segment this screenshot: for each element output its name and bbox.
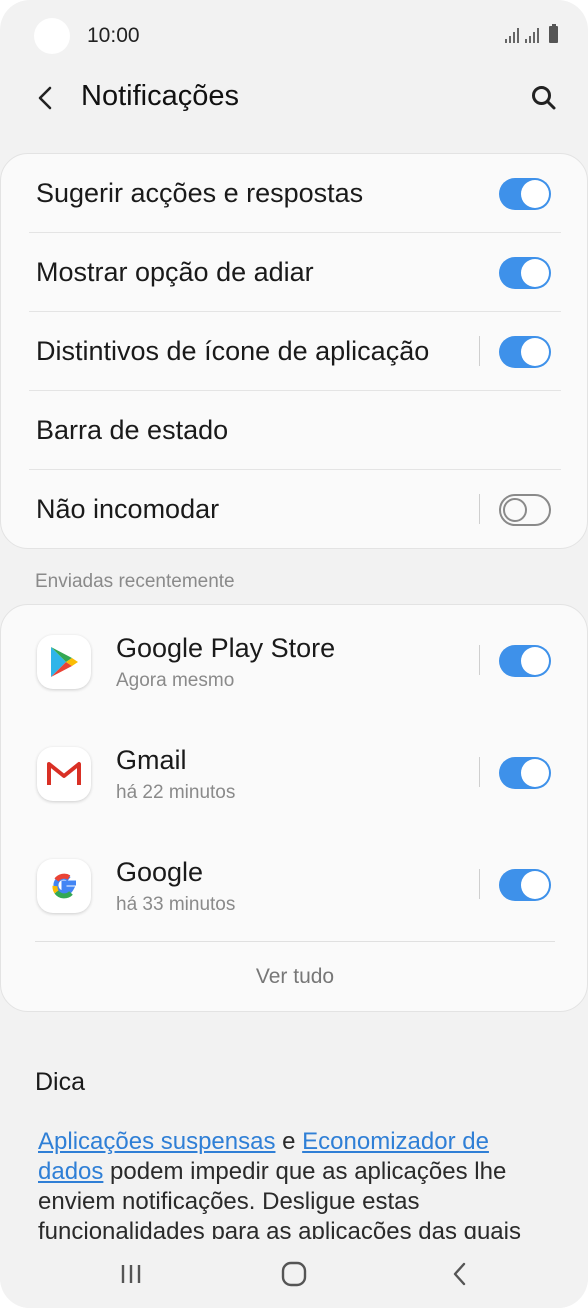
recent-apps-card: Google Play Store Agora mesmo Gmail há 2… bbox=[0, 604, 588, 1012]
back-button[interactable] bbox=[28, 76, 64, 120]
setting-label: Mostrar opção de adiar bbox=[36, 257, 314, 287]
home-button[interactable] bbox=[264, 1254, 324, 1294]
setting-row-status-bar[interactable]: Barra de estado bbox=[29, 391, 561, 470]
status-bar: 10:00 bbox=[0, 0, 588, 74]
app-name: Google Play Store bbox=[116, 633, 336, 663]
setting-label: Não incomodar bbox=[36, 494, 220, 524]
divider bbox=[479, 869, 480, 899]
do-not-disturb-toggle[interactable] bbox=[499, 494, 551, 526]
play-store-toggle[interactable] bbox=[499, 645, 551, 677]
phone-screen: 10:00 Notificações Sugerir acções e resp… bbox=[0, 0, 588, 1308]
snooze-option-toggle[interactable] bbox=[499, 257, 551, 289]
setting-row-suggest-actions[interactable]: Sugerir acções e respostas bbox=[29, 154, 561, 233]
divider bbox=[479, 336, 480, 366]
google-toggle[interactable] bbox=[499, 869, 551, 901]
signal-icon bbox=[525, 27, 539, 43]
setting-row-icon-badges[interactable]: Distintivos de ícone de aplicação bbox=[29, 312, 561, 391]
recents-icon bbox=[121, 1265, 141, 1283]
back-icon bbox=[453, 1262, 466, 1286]
search-icon bbox=[532, 86, 556, 110]
status-time: 10:00 bbox=[87, 24, 140, 47]
recent-apps-button[interactable] bbox=[101, 1254, 161, 1294]
chevron-left-icon bbox=[38, 86, 52, 110]
gmail-icon bbox=[37, 747, 91, 801]
setting-row-do-not-disturb[interactable]: Não incomodar bbox=[29, 470, 561, 549]
gmail-toggle[interactable] bbox=[499, 757, 551, 789]
back-nav-button[interactable] bbox=[430, 1254, 490, 1294]
app-row-google[interactable]: Google há 33 minutos bbox=[1, 829, 588, 941]
app-time: Agora mesmo bbox=[116, 670, 235, 691]
setting-label: Barra de estado bbox=[36, 415, 229, 445]
section-header: Enviadas recentemente bbox=[35, 571, 235, 592]
setting-label: Distintivos de ícone de aplicação bbox=[36, 336, 430, 366]
divider bbox=[479, 645, 480, 675]
signal-icon bbox=[505, 27, 519, 43]
suspended-apps-link[interactable]: Aplicações suspensas bbox=[38, 1128, 275, 1155]
app-name: Gmail bbox=[116, 745, 187, 775]
divider bbox=[35, 941, 555, 942]
search-button[interactable] bbox=[526, 76, 562, 120]
app-time: há 33 minutos bbox=[116, 894, 236, 915]
suggest-actions-toggle[interactable] bbox=[499, 178, 551, 210]
icon-badges-toggle[interactable] bbox=[499, 336, 551, 368]
tip-title: Dica bbox=[35, 1068, 86, 1096]
see-all-button[interactable]: Ver tudo bbox=[1, 965, 588, 989]
app-time: há 22 minutos bbox=[116, 782, 236, 803]
tip-body: podem impedir que as aplicações lhe envi… bbox=[38, 1158, 521, 1239]
navigation-bar bbox=[0, 1240, 588, 1308]
setting-label: Sugerir acções e respostas bbox=[36, 178, 364, 208]
app-row-gmail[interactable]: Gmail há 22 minutos bbox=[1, 717, 588, 829]
tip-connector: e bbox=[275, 1128, 303, 1155]
battery-icon bbox=[549, 24, 558, 43]
google-icon bbox=[37, 859, 91, 913]
play-store-icon bbox=[37, 635, 91, 689]
divider bbox=[479, 494, 480, 524]
page-title: Notificações bbox=[81, 80, 239, 112]
divider bbox=[479, 757, 480, 787]
setting-row-snooze[interactable]: Mostrar opção de adiar bbox=[29, 233, 561, 312]
app-name: Google bbox=[116, 857, 204, 887]
app-bar: Notificações bbox=[0, 70, 588, 126]
home-icon bbox=[281, 1261, 307, 1287]
camera-cutout bbox=[34, 18, 70, 54]
app-row-play-store[interactable]: Google Play Store Agora mesmo bbox=[1, 605, 588, 717]
status-icons bbox=[505, 24, 558, 43]
tip-text: Aplicações suspensas e Economizador de d… bbox=[38, 1127, 558, 1239]
settings-card: Sugerir acções e respostas Mostrar opção… bbox=[0, 153, 588, 549]
